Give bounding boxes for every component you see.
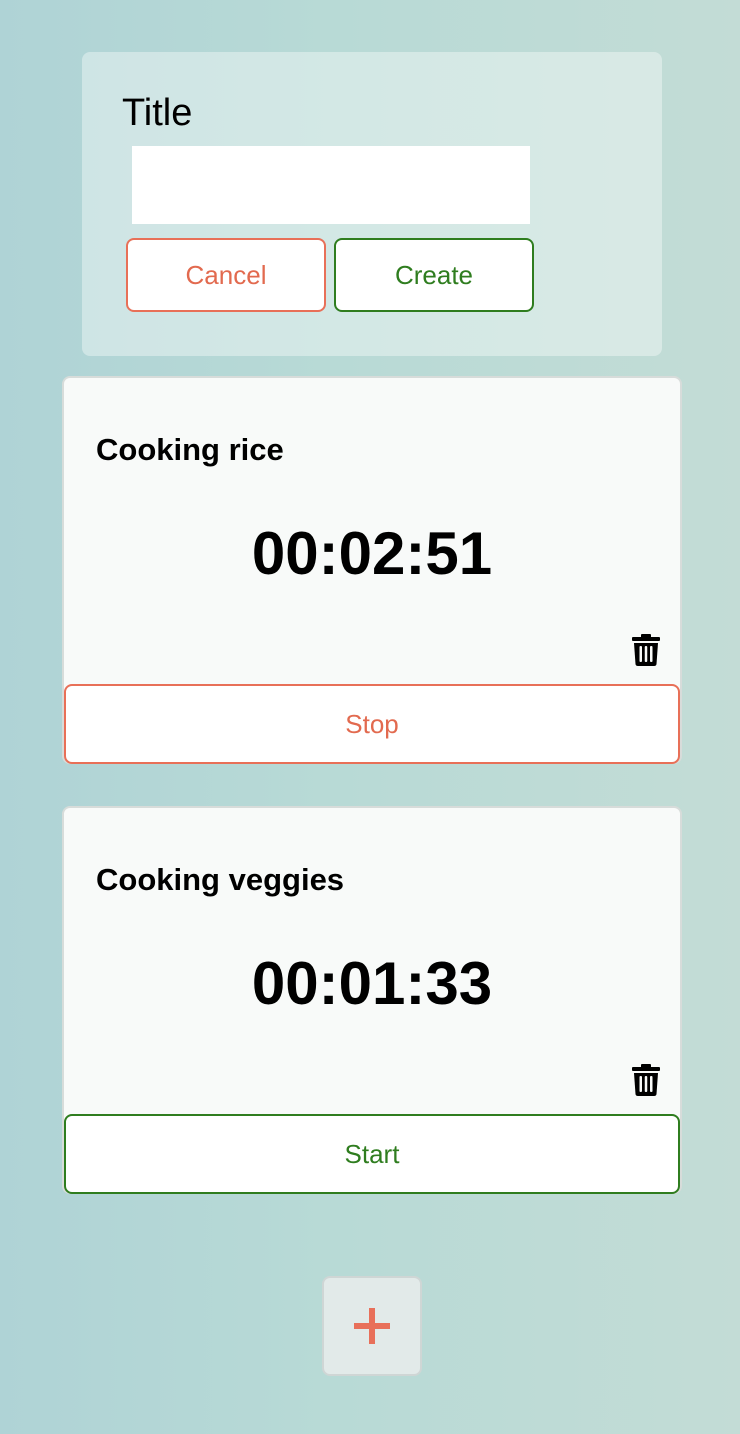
create-button[interactable]: Create — [334, 238, 534, 312]
timer-title: Cooking veggies — [96, 862, 345, 897]
timer-elapsed: 00:02:51 — [251, 520, 493, 587]
stop-button[interactable]: Stop — [64, 684, 680, 764]
cancel-button[interactable]: Cancel — [126, 238, 326, 312]
trash-icon[interactable] — [632, 1064, 660, 1096]
timer-elapsed: 00:01:33 — [251, 950, 493, 1017]
plus-icon — [354, 1308, 390, 1344]
timer-card: Cooking rice 00:02:51 Stop — [62, 376, 682, 764]
title-label: Title — [122, 92, 193, 134]
trash-icon[interactable] — [632, 634, 660, 666]
start-button[interactable]: Start — [64, 1114, 680, 1194]
timer-title: Cooking rice — [96, 432, 284, 467]
add-timer-button[interactable] — [322, 1276, 422, 1376]
title-input[interactable] — [132, 146, 530, 224]
timer-card: Cooking veggies 00:01:33 Start — [62, 806, 682, 1194]
timer-create-form: Title Cancel Create — [82, 52, 662, 356]
